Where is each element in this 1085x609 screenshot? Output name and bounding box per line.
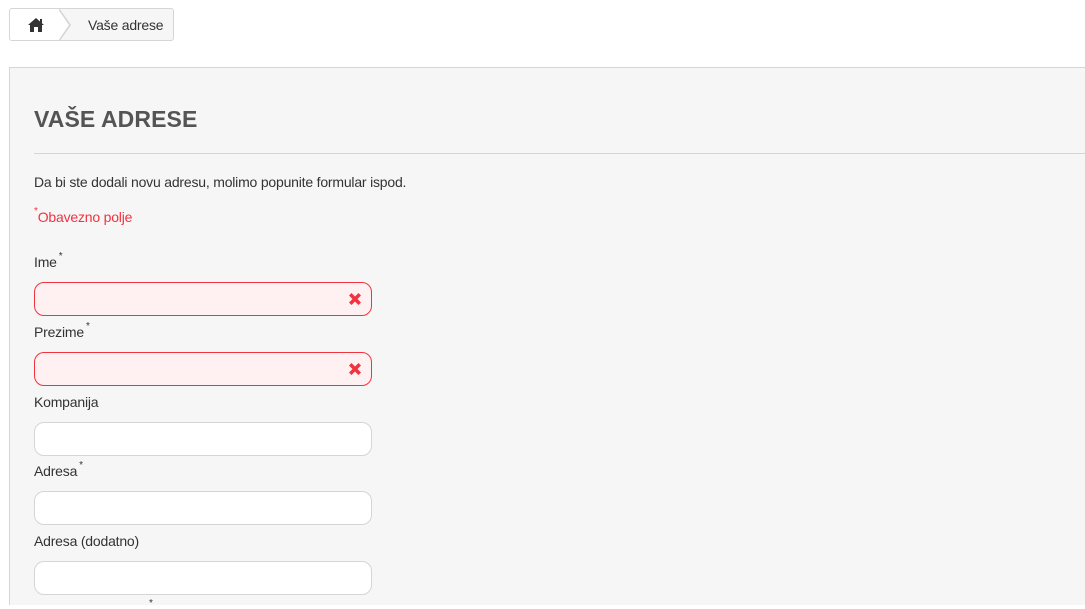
field-first-name: Ime * [34, 251, 372, 316]
address-required-mark: * [79, 460, 83, 471]
last-name-input-wrap [34, 352, 372, 386]
intro-text: Da bi ste dodali novu adresu, molimo pop… [34, 174, 407, 190]
required-asterisk: * [34, 206, 38, 217]
first-name-required-mark: * [58, 251, 63, 262]
company-input[interactable] [34, 422, 372, 456]
error-x-icon [349, 363, 361, 375]
last-name-label-text: Prezime [34, 324, 84, 340]
last-name-input[interactable] [34, 352, 372, 386]
field-address-2: Adresa (dodatno) [34, 533, 372, 595]
address-input-wrap [34, 491, 372, 525]
home-icon [28, 17, 44, 32]
next-field-required-mark: * [149, 598, 153, 609]
first-name-label: Ime * [34, 251, 372, 276]
address-2-label-text: Adresa (dodatno) [34, 533, 139, 549]
address-label-text: Adresa [34, 463, 78, 479]
field-address: Adresa * [34, 460, 372, 525]
last-name-label: Prezime * [34, 321, 372, 346]
required-note: *Obavezno polje [34, 206, 133, 225]
first-name-input-wrap [34, 282, 372, 316]
page-title: VAŠE ADRESE [34, 106, 198, 132]
field-company: Kompanija [34, 394, 372, 456]
last-name-required-mark: * [85, 321, 90, 332]
error-x-icon [349, 293, 361, 305]
breadcrumb-current: Vaše adrese [88, 16, 164, 33]
company-label: Kompanija [34, 394, 372, 416]
company-label-text: Kompanija [34, 394, 99, 410]
company-input-wrap [34, 422, 372, 456]
first-name-label-text: Ime [34, 254, 57, 270]
breadcrumb: Vaše adrese [9, 8, 174, 41]
title-divider [34, 153, 1085, 154]
address-2-input[interactable] [34, 561, 372, 595]
breadcrumb-separator [58, 9, 71, 40]
address-2-label: Adresa (dodatno) [34, 533, 372, 555]
address-label: Adresa * [34, 460, 372, 485]
address-2-input-wrap [34, 561, 372, 595]
address-input[interactable] [34, 491, 372, 525]
required-note-text: Obavezno polje [37, 209, 133, 225]
address-panel: VAŠE ADRESE Da bi ste dodali novu adresu… [9, 67, 1085, 609]
first-name-input[interactable] [34, 282, 372, 316]
breadcrumb-home-link[interactable] [10, 9, 62, 40]
field-last-name: Prezime * [34, 321, 372, 386]
